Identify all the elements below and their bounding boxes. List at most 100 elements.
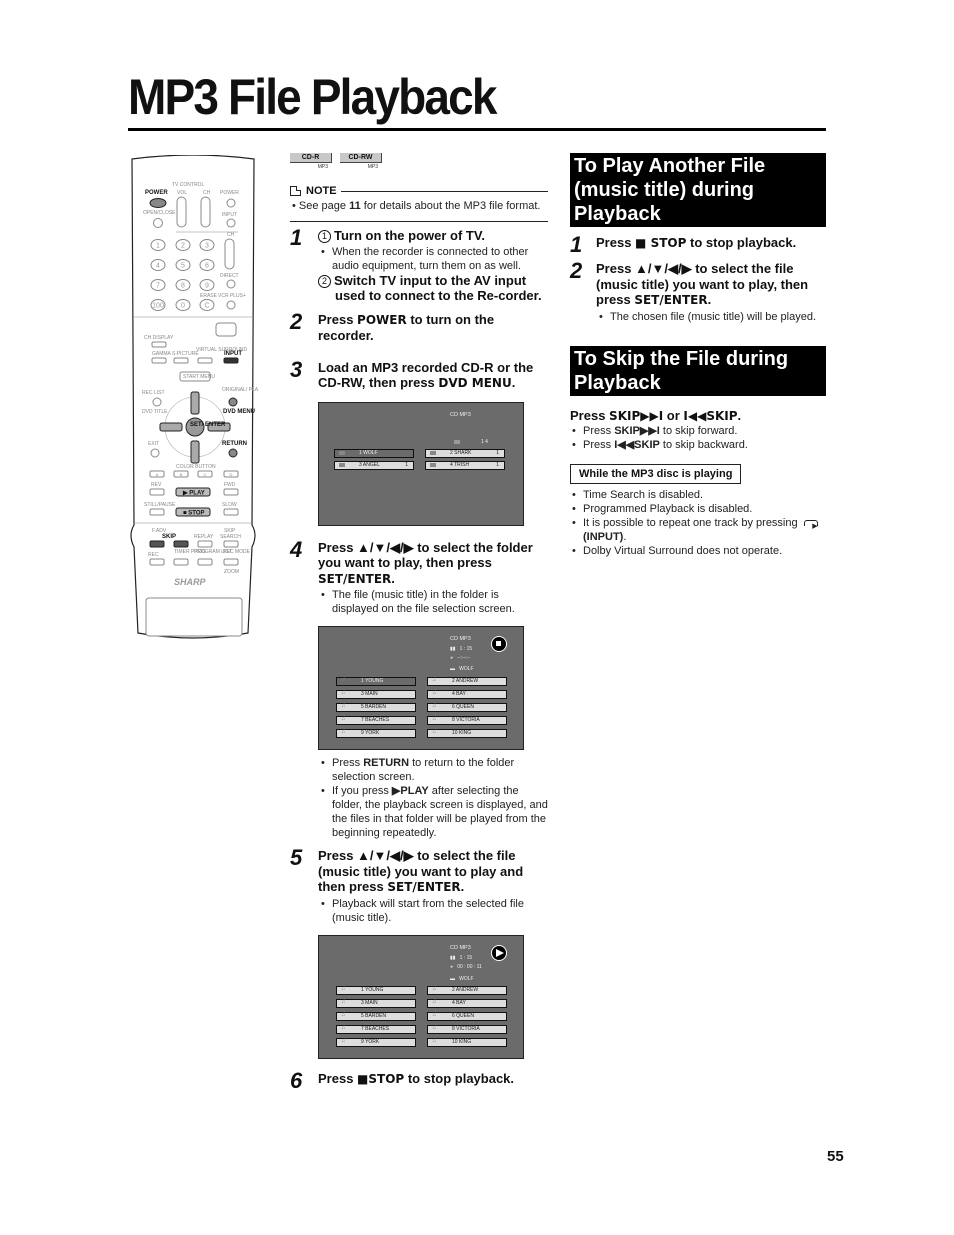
file-label: 10 KING [452,1038,472,1045]
music-file-icon: ♫ [432,1011,437,1018]
music-file-icon: ♫ [341,716,346,722]
music-file-icon: ♫ [341,1037,346,1044]
remote-label-rec: REC [148,552,159,558]
note-icon [290,186,301,196]
step-instruction: Switch TV input to the AV input used to … [334,272,542,304]
osd-page-info: 1 4 [481,438,488,445]
while-playing-bullet: It is possible to repeat one track by pr… [570,516,826,544]
step-2: 2 Press POWER to turn on the recorder. [290,308,548,344]
sharp-logo: SHARP [174,577,207,587]
step-number: 4 [290,536,303,562]
file-label: 4 BAY [452,999,466,1006]
file-item: ♫ 10 KING [427,729,507,738]
vol-rocker [176,196,187,228]
step-5: 5 Press ▲/▼/◀/▶ to select the file (musi… [290,847,548,925]
remote-label-gamma: GAMMA [152,351,172,357]
circled-number: 2 [318,274,331,288]
step-bullet: Press RETURN to return to the folder sel… [318,756,548,784]
current-folder: ▬ WOLF [450,975,474,982]
digit-label: 3 [205,243,209,250]
note-header: NOTE [290,185,548,197]
page-title: MP3 File Playback [128,69,497,125]
folder-item: 2 SHARK 1 [425,448,505,458]
while-playing-bullet: Dolby Virtual Surround does not operate. [570,544,826,558]
file-item: ♫ 2 ANDREW [427,677,507,686]
remote-label-still-pause: STILL/PAUSE [144,502,176,508]
file-label: 5 BARDEN [361,1012,387,1019]
direct-button [226,279,236,289]
remote-label-vol: VOL [177,190,187,196]
file-item: ♫ 7 BEACHES [336,1024,416,1034]
file-label: 4 BAY [452,691,466,697]
remote-label-direct: DIRECT [220,273,239,279]
remote-label-tv-power: POWER [220,190,239,196]
step-3: 3 Load an MP3 recorded CD-R or the CD-RW… [290,356,548,392]
step-instruction: Press ■ STOP to stop playback. [596,235,797,250]
power-button [149,198,167,208]
remote-label-set-enter: SET/ ENTER [190,422,226,428]
file-label: 1 YOUNG [361,678,384,684]
step-number: 2 [290,308,303,334]
remote-label-fwd: FWD [224,482,236,488]
remote-label-replay: REPLAY [194,534,214,540]
digit-label: 1 [156,243,160,250]
instructions-column: CD-R MP3 CD-RW MP3 NOTE • See page 11 fo… [290,153,548,1091]
music-file-icon: ♫ [341,729,346,735]
folder-item: 4 TRISH 1 [425,460,505,470]
file-label: 3 MAIN [361,999,378,1006]
play-another-step-1: 1 Press ■ STOP to stop playback. [570,234,826,256]
file-item: ♫ 2 ANDREW [427,985,507,995]
music-file-icon: ♫ [432,985,437,992]
remote-label-play: ▶ PLAY [182,490,205,497]
right-column: To Play Another File (music title) durin… [570,153,826,558]
file-item: ♫ 3 MAIN [336,998,416,1008]
file-item: ♫ 1 YOUNG [336,677,416,686]
remote-label-skip: SKIP [162,534,176,540]
remote-label-exit: EXIT [148,441,159,447]
file-item: ♫ 7 BEACHES [336,716,416,725]
step-number: 3 [290,356,303,382]
step-number: 6 [290,1067,303,1093]
file-label: 8 VICTORIA [452,1025,480,1032]
folder-label: 2 SHARK [450,449,472,456]
remote-label-erase: ERASE [200,293,218,299]
remote-window [145,597,243,637]
remote-label-zoom: ZOOM [224,569,239,575]
remote-label-start-menu: START MENU [183,374,215,380]
file-item: ♫ 3 MAIN [336,690,416,699]
color-button-label: B [180,472,183,477]
remote-label-rec-list: REC LIST [142,390,165,396]
step-number: 1 [290,225,303,250]
step-instruction: Press ▲/▼/◀/▶ to select the folder you w… [318,539,533,586]
digit-label: 0 [181,303,185,310]
music-file-icon: ♫ [432,716,437,722]
remote-label-tv-control: TV CONTROL [172,182,204,188]
digit-label: 100 [152,303,164,310]
folder-icon [454,439,460,446]
music-file-icon: ♫ [432,677,437,683]
remote-label-slow: SLOW [222,502,237,508]
disc-type-badges: CD-R MP3 CD-RW MP3 [290,153,548,177]
remote-label-original-play-list: ORIGINAL/ PLAY LIST [222,387,258,393]
repeat-icon: ▶ [803,519,818,530]
folder-icon [430,451,436,455]
music-file-icon: ♫ [341,703,346,709]
note-title: NOTE [306,185,337,197]
file-item: ♫ 10 KING [427,1037,507,1047]
disc-badge-format: MP3 [317,164,328,170]
step-bullet: The file (music title) in the folder is … [318,588,548,616]
elapsed-time: ◕ 00 : 00 : 11 [450,963,482,970]
section-heading-skip: To Skip the File during Playback [570,345,826,396]
file-item: ♫ 1 YOUNG [336,985,416,995]
file-label: 9 YORK [361,1038,380,1045]
folder-count: 1 [496,461,499,468]
current-folder: ▬ WOLF [450,666,474,672]
ch-rocker [200,196,211,228]
folder-icon [430,463,436,467]
vcr-plus-logo [215,322,237,337]
color-button-label: D [230,472,233,477]
remote-label-vcr-plus: VCR PLUS+ [218,293,246,299]
digit-label: 8 [181,283,185,290]
title-rule [128,128,826,131]
file-item: ♫ 8 VICTORIA [427,1024,507,1034]
